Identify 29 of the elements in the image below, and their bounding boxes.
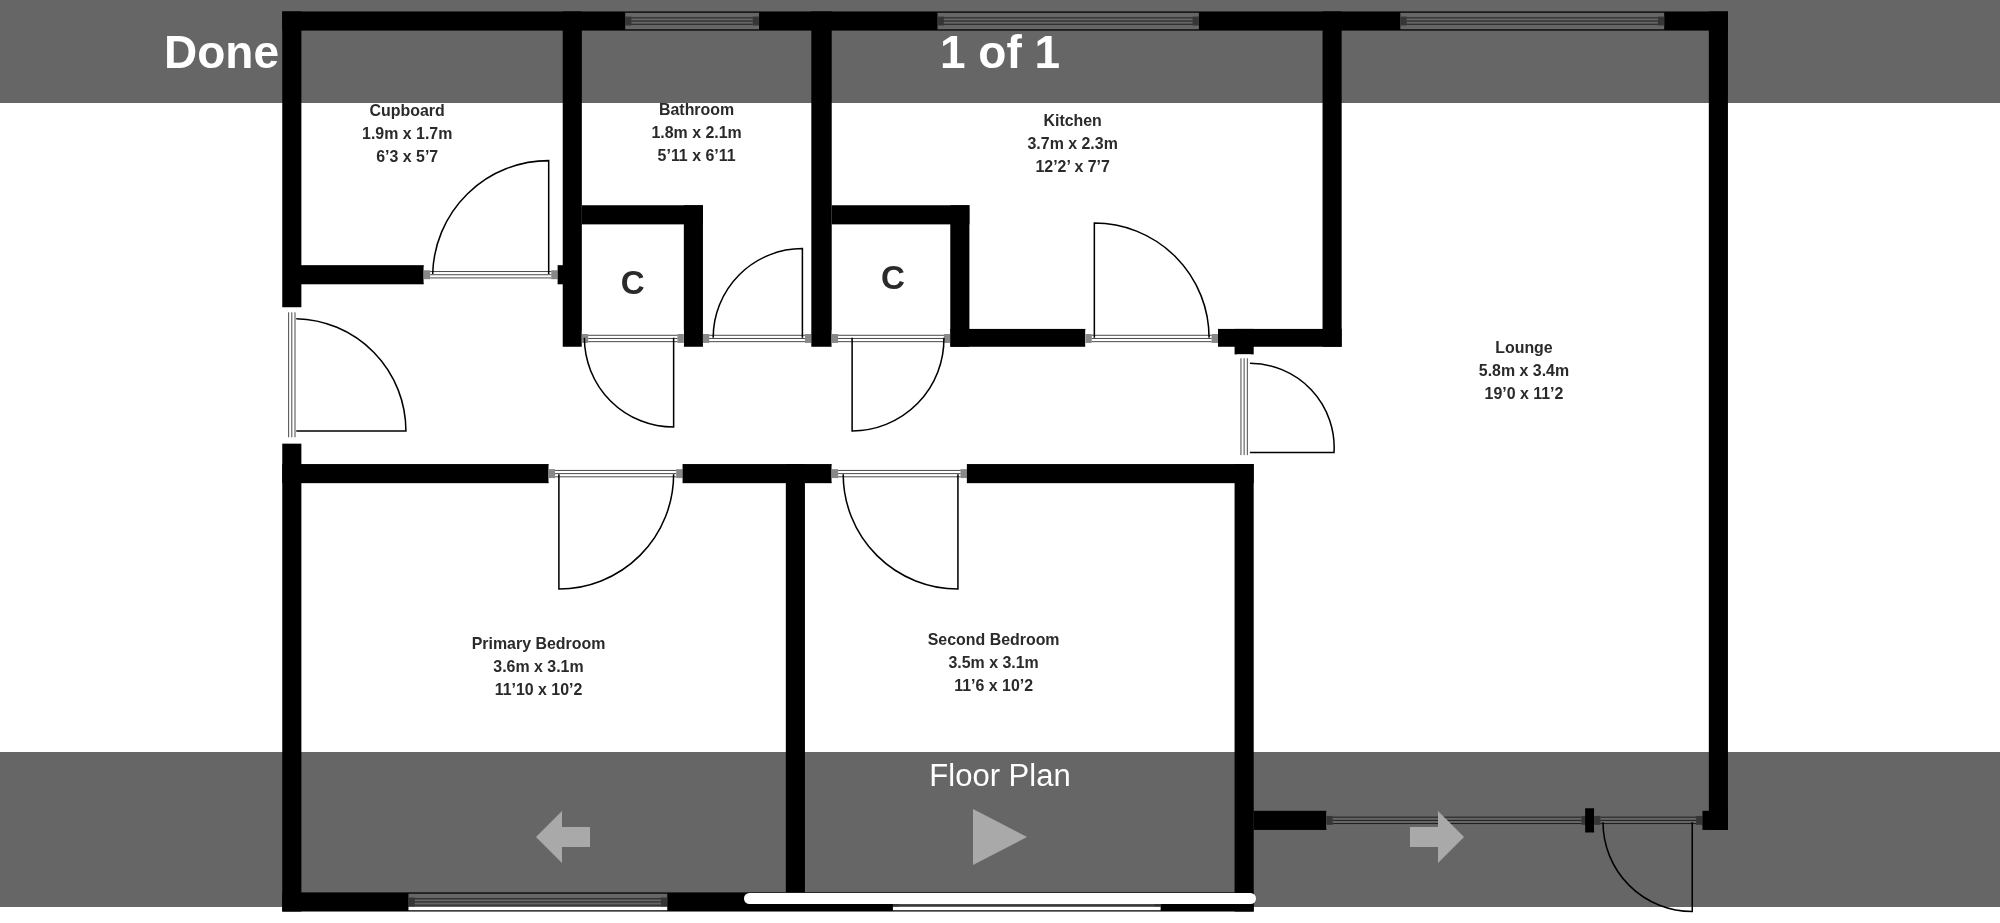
- next-button[interactable]: [1408, 808, 1466, 866]
- caption: Floor Plan: [929, 758, 1071, 794]
- right-arrow-icon: [1408, 809, 1466, 865]
- room-name: Lounge: [1495, 339, 1553, 357]
- room-name: Cupboard: [369, 102, 445, 119]
- room-size: 11’6 x 10’2: [954, 677, 1034, 694]
- room-size: 5.8m x 3.4m: [1478, 362, 1570, 380]
- room-name: Bathroom: [659, 100, 735, 118]
- room-size: 6’3 x 5’7: [376, 147, 439, 165]
- room-size: 12’2’ x 7’7: [1035, 158, 1110, 176]
- done-button[interactable]: Done: [160, 24, 283, 79]
- closet-label: C: [620, 264, 645, 302]
- play-icon: [971, 809, 1029, 865]
- room-size: 5’11 x 6’11: [657, 146, 736, 164]
- page-counter: 1 of 1: [939, 24, 1061, 79]
- room-size: 11’10 x 10’2: [494, 680, 583, 698]
- room-size: 1.9m x 1.7m: [362, 124, 453, 142]
- room-name: Second Bedroom: [927, 631, 1060, 649]
- room-size: 3.5m x 3.1m: [948, 654, 1039, 672]
- wall: [1585, 808, 1595, 833]
- play-button[interactable]: [971, 808, 1029, 866]
- room-name: Kitchen: [1043, 112, 1102, 130]
- room-size: 19’0 x 11’2: [1484, 385, 1564, 403]
- room-size: 3.7m x 2.3m: [1027, 135, 1118, 153]
- room-name: Primary Bedroom: [471, 634, 606, 652]
- left-arrow-icon: [534, 809, 592, 865]
- room-size: 1.8m x 2.1m: [651, 123, 742, 141]
- room-size: 3.6m x 3.1m: [493, 657, 584, 675]
- closet-label: C: [880, 259, 905, 297]
